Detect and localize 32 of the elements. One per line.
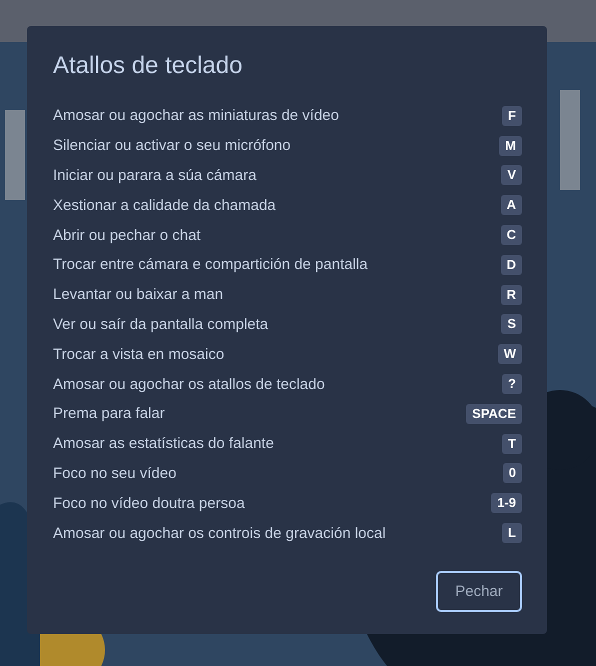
shortcut-label: Levantar ou baixar a man bbox=[53, 286, 224, 304]
key-label: V bbox=[501, 165, 522, 186]
shortcut-label: Ver ou saír da pantalla completa bbox=[53, 316, 268, 333]
shortcut-label: Trocar entre cámara e compartición de pantalla bbox=[53, 256, 368, 274]
key-label: SPACE bbox=[466, 404, 522, 424]
shortcut-label: Trocar a vista en mosaico bbox=[53, 346, 224, 363]
key-label: C bbox=[500, 225, 522, 246]
shortcut-label: Iniciar ou parara a súa cámara bbox=[53, 166, 256, 184]
key-label: A bbox=[500, 195, 522, 216]
shortcut-label: Foco no vídeo doutra persoa bbox=[53, 494, 245, 512]
key-label: 0 bbox=[502, 463, 522, 484]
key-label: T bbox=[502, 434, 522, 454]
shortcut-label: Amosar ou agochar os controis de gravación local bbox=[53, 524, 386, 542]
key-label: ? bbox=[502, 374, 522, 394]
key-label: 1-9 bbox=[491, 493, 522, 514]
key-label: L bbox=[502, 523, 522, 544]
shortcut-label: Abrir ou pechar o chat bbox=[53, 226, 201, 244]
key-label: R bbox=[500, 284, 522, 305]
dialog-title: Atallos de teclado bbox=[53, 52, 244, 80]
key-label: D bbox=[500, 254, 522, 275]
shortcut-label: Xestionar a calidade da chamada bbox=[53, 196, 276, 214]
key-label: M bbox=[499, 136, 522, 156]
key-label: W bbox=[498, 344, 522, 364]
shortcut-label: Amosar as estatísticas do falante bbox=[53, 435, 274, 452]
shortcut-label: Silenciar ou activar o seu micrófono bbox=[53, 137, 291, 154]
shortcut-label: Prema para falar bbox=[53, 405, 165, 422]
shortcut-label: Amosar ou agochar os atallos de teclado bbox=[53, 376, 325, 393]
close-button[interactable]: Pechar bbox=[436, 571, 522, 612]
shortcut-label: Amosar ou agochar as miniaturas de vídeo bbox=[53, 107, 339, 124]
shortcut-label: Foco no seu vídeo bbox=[53, 464, 176, 482]
key-label: F bbox=[502, 106, 522, 126]
key-label: S bbox=[501, 314, 522, 334]
